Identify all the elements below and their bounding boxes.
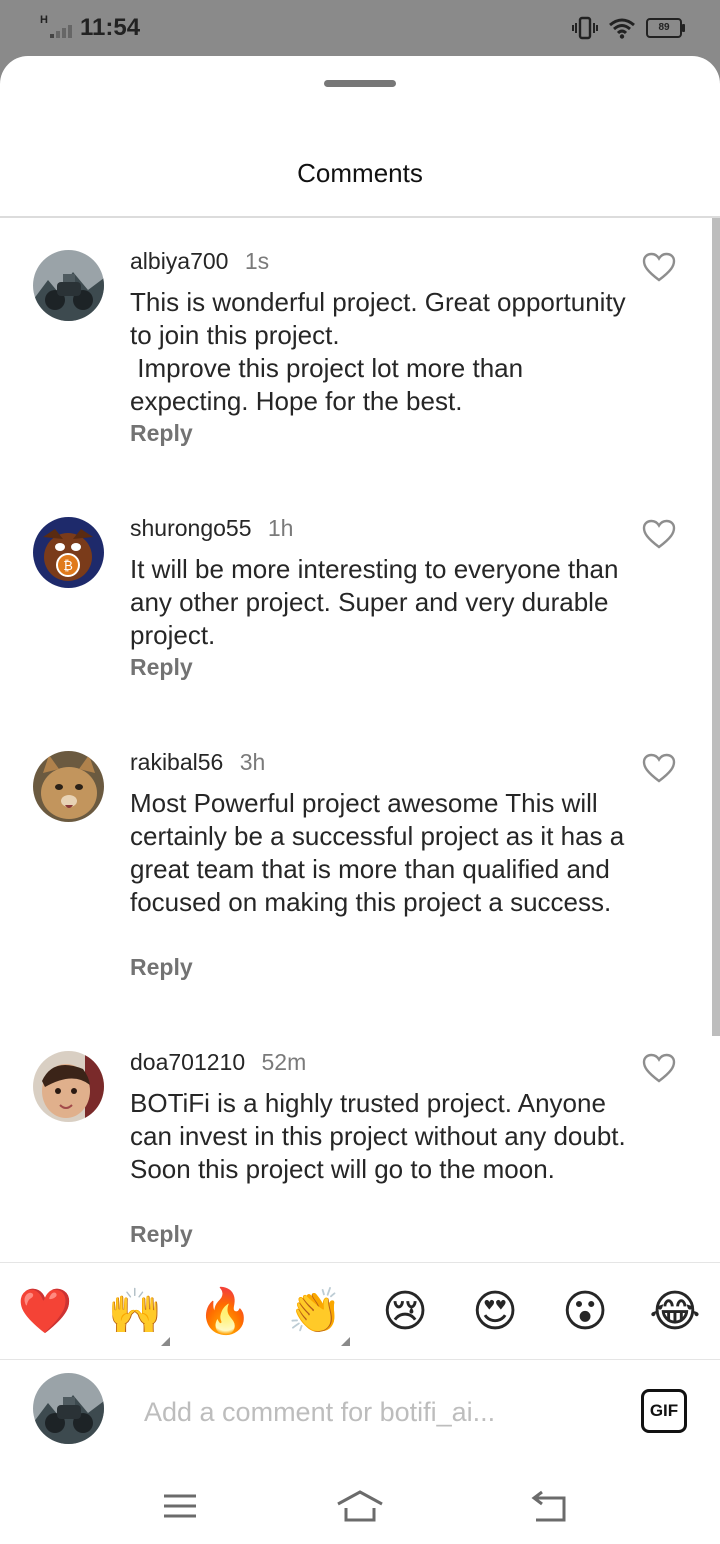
heart-icon[interactable]: [642, 753, 676, 783]
reaction-clapping[interactable]: 👏: [285, 1285, 345, 1339]
avatar[interactable]: [33, 751, 104, 822]
wifi-icon: [609, 18, 635, 39]
comment-item: albiya700 1s This is wonderful project. …: [0, 248, 710, 468]
reaction-raised-hands[interactable]: 🙌: [105, 1285, 165, 1339]
timestamp: 3h: [239, 749, 266, 775]
avatar[interactable]: [33, 250, 104, 321]
reaction-heart-eyes[interactable]: 😍: [465, 1285, 525, 1339]
comment-header: albiya700 1s: [130, 248, 269, 275]
heart-icon[interactable]: [642, 1053, 676, 1083]
reaction-fire[interactable]: 🔥: [195, 1285, 255, 1339]
comment-composer: GIF: [0, 1358, 720, 1468]
reaction-heart[interactable]: ❤️: [15, 1285, 75, 1339]
reaction-surprised[interactable]: 😮: [555, 1285, 615, 1339]
username[interactable]: albiya700: [130, 248, 228, 274]
svg-text:₿: ₿: [63, 559, 73, 574]
username[interactable]: doa701210: [130, 1049, 245, 1075]
avatar[interactable]: [33, 1051, 104, 1122]
skin-tone-indicator: [161, 1337, 170, 1346]
reaction-laughing[interactable]: 😂: [645, 1285, 705, 1339]
timestamp: 1s: [244, 248, 270, 274]
reply-button[interactable]: Reply: [130, 654, 193, 681]
comment-text: It will be more interesting to everyone …: [130, 554, 626, 650]
reply-button[interactable]: Reply: [130, 954, 193, 981]
username[interactable]: shurongo55: [130, 515, 252, 541]
clock: 11:54: [80, 14, 141, 41]
status-icons: 89: [572, 14, 685, 42]
drag-handle[interactable]: [324, 80, 396, 87]
menu-icon[interactable]: [150, 1484, 210, 1528]
page-title: Comments: [297, 158, 423, 188]
back-icon[interactable]: [520, 1484, 580, 1528]
comment-header: doa701210 52m: [130, 1049, 306, 1076]
reply-button[interactable]: Reply: [130, 420, 193, 447]
heart-icon[interactable]: [642, 252, 676, 282]
avatar[interactable]: ₿: [33, 517, 104, 588]
comment-item: rakibal56 3h Most Powerful project aweso…: [0, 749, 710, 999]
reaction-crying[interactable]: 😢: [375, 1285, 435, 1339]
comment-text: BOTiFi is a highly trusted project. Anyo…: [130, 1088, 633, 1184]
username[interactable]: rakibal56: [130, 749, 223, 775]
comment-header: shurongo55 1h: [130, 515, 293, 542]
scrollbar[interactable]: [712, 218, 720, 1036]
comments-sheet: Comments albiya700 1s This is wonderful …: [0, 56, 720, 1544]
battery-icon: 89: [646, 18, 685, 38]
comment-list[interactable]: albiya700 1s This is wonderful project. …: [0, 218, 720, 1262]
timestamp: 52m: [261, 1049, 307, 1075]
heart-icon[interactable]: [642, 519, 676, 549]
status-bar: H 11:54 89: [0, 0, 720, 58]
timestamp: 1h: [267, 515, 294, 541]
comment-item: doa701210 52m BOTiFi is a highly trusted…: [0, 1049, 710, 1262]
comment-header: rakibal56 3h: [130, 749, 265, 776]
quick-reactions-bar: ❤️ 🙌 🔥 👏 😢 😍 😮 😂: [0, 1262, 720, 1360]
comment-text: Most Powerful project awesome This will …: [130, 788, 632, 917]
comment-item: ₿ shurongo55 1h It will be more interest…: [0, 515, 710, 705]
vibrate-icon: [572, 16, 598, 40]
skin-tone-indicator: [341, 1337, 350, 1346]
comment-text: This is wonderful project. Great opportu…: [130, 287, 626, 416]
comment-input[interactable]: [144, 1388, 614, 1436]
network-type: H: [40, 14, 48, 26]
current-user-avatar[interactable]: [33, 1373, 104, 1444]
gif-button[interactable]: GIF: [641, 1389, 687, 1433]
signal-icon: [50, 24, 74, 38]
reply-button[interactable]: Reply: [130, 1221, 193, 1248]
home-icon[interactable]: [330, 1484, 390, 1528]
system-nav-bar: [0, 1468, 720, 1544]
